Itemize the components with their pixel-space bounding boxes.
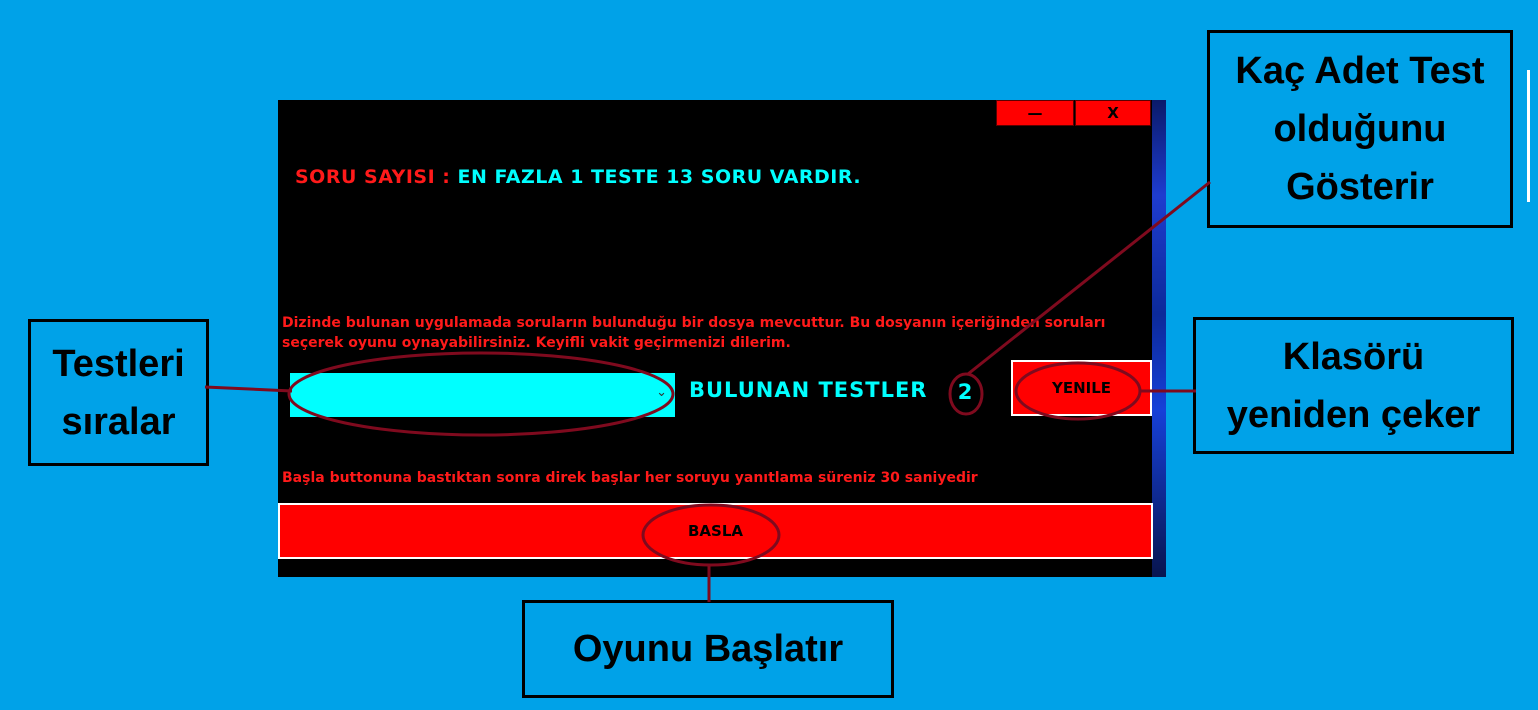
side-decoration: [1152, 100, 1166, 577]
callout-line: Klasörü: [1282, 335, 1425, 378]
start-button[interactable]: BASLA: [278, 503, 1153, 559]
callout-test-count: Kaç Adet Test olduğunu Gösterir: [1207, 30, 1513, 228]
callout-line: yeniden çeker: [1226, 393, 1481, 436]
close-button[interactable]: X: [1075, 100, 1151, 126]
timer-info-text: Başla buttonuna bastıktan sonra direk ba…: [282, 470, 978, 486]
callout-line: olduğunu: [1273, 108, 1447, 150]
question-count-label: SORU SAYISI :: [295, 166, 451, 188]
found-tests-label: BULUNAN TESTLER: [689, 378, 928, 402]
minimize-button[interactable]: —: [996, 100, 1074, 126]
callout-sort-tests: Testleri sıralar: [28, 319, 209, 466]
test-select-dropdown[interactable]: ⌄: [290, 373, 675, 417]
callout-line: Testleri: [52, 342, 185, 385]
app-window: — X SORU SAYISI : EN FAZLA 1 TESTE 13 SO…: [278, 100, 1166, 577]
callout-line: Oyunu Başlatır: [572, 627, 844, 670]
edge-scrollbar: [1527, 70, 1530, 202]
info-text: Dizinde bulunan uygulamada soruların bul…: [282, 315, 1106, 351]
question-count-value: EN FAZLA 1 TESTE 13 SORU VARDIR.: [457, 166, 862, 188]
callout-line: sıralar: [61, 400, 176, 443]
callout-line: Gösterir: [1286, 166, 1434, 208]
chevron-down-icon: ⌄: [656, 385, 667, 400]
question-count-row: SORU SAYISI : EN FAZLA 1 TESTE 13 SORU V…: [295, 166, 861, 188]
callout-line: Kaç Adet Test: [1235, 50, 1485, 92]
found-tests-count: 2: [957, 380, 973, 404]
callout-refresh: Klasörü yeniden çeker: [1193, 317, 1514, 454]
refresh-button[interactable]: YENILE: [1011, 360, 1152, 416]
callout-start: Oyunu Başlatır: [522, 600, 894, 698]
